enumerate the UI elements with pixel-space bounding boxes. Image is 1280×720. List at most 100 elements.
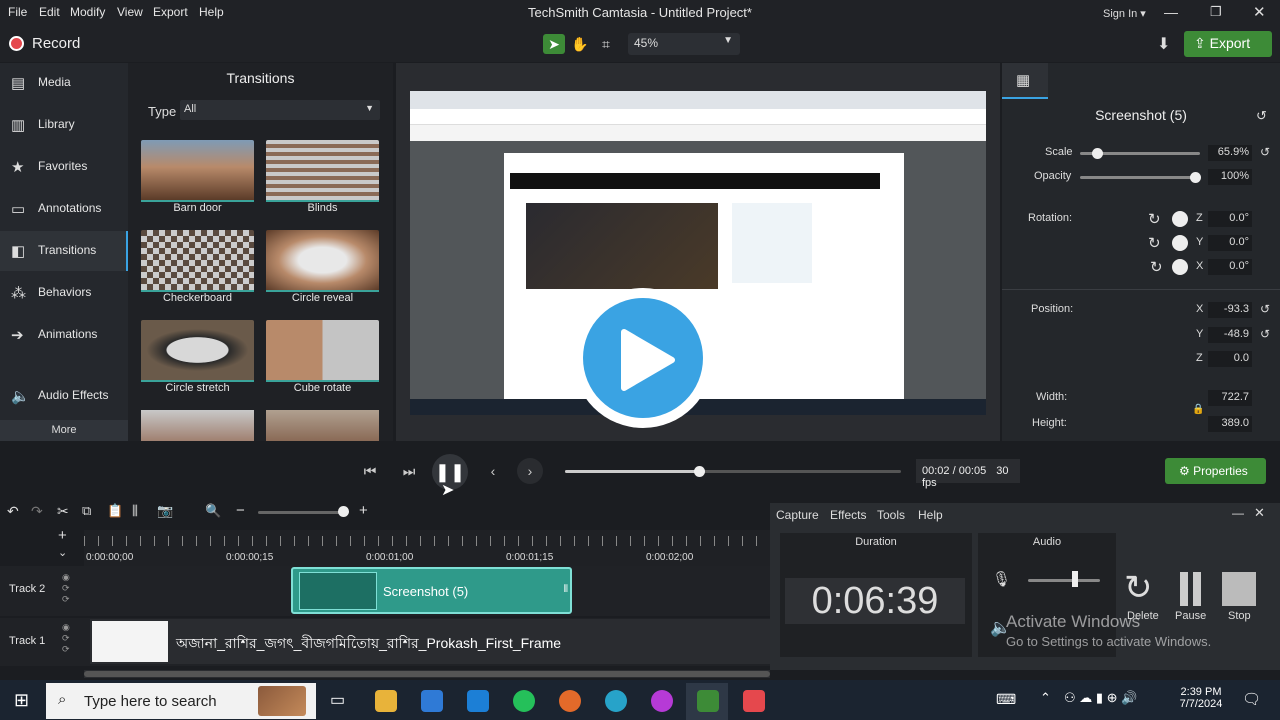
trim-handle-icon[interactable]: ⦀ [564,584,568,595]
paste-icon[interactable]: 📋 [107,503,123,519]
reset-icon[interactable]: ↺ [1260,327,1270,341]
task-view-icon[interactable]: ▭ [330,690,345,710]
minimize-icon[interactable]: — [1164,4,1178,20]
sidebar-item-audio-effects[interactable]: 🔈 Audio Effects [0,376,128,416]
whatsapp-icon[interactable] [513,690,535,712]
pause-icon-bar[interactable] [1180,572,1188,606]
scale-value[interactable]: 65.9% [1208,145,1252,161]
type-select[interactable]: All ▼ [180,100,380,120]
edge-icon[interactable] [605,690,627,712]
camtasia-icon[interactable] [697,690,719,712]
image-clip[interactable]: অজানা_রাশির_জগৎ_বীজগমিতোিয়_রাশির_Prokas… [90,619,770,664]
windows-start-icon[interactable]: ⊞ [14,690,29,711]
step-back-icon[interactable]: ⏮ [357,458,383,484]
track-controls-icon[interactable]: ◉ ⟳ ⟳ [62,622,70,655]
position-z-value[interactable]: 0.0 [1208,351,1252,367]
transition-circle-stretch[interactable]: Circle stretch [141,320,254,396]
rotation-x-dial[interactable] [1172,259,1188,275]
copy-icon[interactable]: ⧉ [82,503,91,519]
pause-icon-bar[interactable] [1193,572,1201,606]
screenshot-clip[interactable]: Screenshot (5) ⦀ [291,567,572,614]
close-icon[interactable]: ✕ [1254,505,1265,521]
close-icon[interactable]: ✕ [1253,3,1266,21]
recorder-menu-capture[interactable]: Capture [776,508,819,522]
properties-button[interactable]: ⚙ Properties [1165,458,1266,484]
step-forward-icon[interactable]: ⏭ [396,458,422,484]
transition-checkerboard[interactable]: Checkerboard [141,230,254,306]
transition-circle-reveal[interactable]: Circle reveal [266,230,379,306]
mic-volume-slider[interactable] [1028,579,1100,582]
messenger-icon[interactable] [651,690,673,712]
export-button[interactable]: ⇪ Export [1184,31,1272,57]
app-icon[interactable] [559,690,581,712]
timeline-zoom-knob[interactable] [338,506,349,517]
zoom-out-icon[interactable]: − [236,502,245,519]
lock-icon[interactable]: 🔒 [1192,404,1204,415]
opacity-slider[interactable] [1080,176,1200,179]
crop-tool-icon[interactable]: ⌗ [595,34,617,54]
undo-icon[interactable]: ↶ [7,503,19,520]
select-tool-icon[interactable]: ➤ [543,34,565,54]
previous-marker-icon[interactable]: ‹ [480,458,506,484]
position-y-value[interactable]: -48.9 [1208,327,1252,343]
chevron-down-icon[interactable]: ⌄ [58,546,67,559]
split-icon[interactable]: ⫼ [132,503,138,519]
transition-cube-rotate[interactable]: Cube rotate [266,320,379,396]
sidebar-item-annotations[interactable]: ▭ Annotations [0,189,128,229]
sidebar-item-transitions[interactable]: ◧ Transitions [0,231,128,271]
rotation-z-dial[interactable] [1172,211,1188,227]
record-button[interactable]: Record [32,35,80,52]
reset-icon[interactable]: ↺ [1260,145,1270,159]
mail-icon[interactable] [467,690,489,712]
keyboard-icon[interactable]: ⌨ [996,691,1016,708]
sign-in-button[interactable]: Sign In ▾ [1103,7,1146,20]
sidebar-item-media[interactable]: ▤ Media [0,63,128,103]
reset-icon[interactable]: ↺ [1256,108,1267,124]
transition-blinds[interactable]: Blinds [266,140,379,216]
mic-volume-knob[interactable] [1072,571,1078,587]
zoom-select[interactable]: 45% ▼ [628,33,740,55]
transition-thumbnail-partial[interactable] [266,410,379,441]
opacity-slider-knob[interactable] [1190,172,1201,183]
notification-icon[interactable]: 🗨 [1242,690,1261,708]
camera-icon[interactable]: 📷 [157,503,173,519]
add-track-icon[interactable]: + [58,527,67,544]
rotation-y-dial[interactable] [1172,235,1188,251]
rotation-z-value[interactable]: 0.0° [1208,211,1252,227]
sidebar-item-animations[interactable]: ➔ Animations [0,315,128,355]
next-marker-icon[interactable]: › [517,458,543,484]
tray-icons[interactable]: ⚇ ☁ ▮ ⊕ 🔊 [1064,690,1137,706]
file-explorer-icon[interactable] [375,690,397,712]
timeline-scroll-thumb[interactable] [84,671,770,677]
track-controls-icon[interactable]: ◉ ⟳ ⟳ [62,572,70,605]
opacity-value[interactable]: 100% [1208,169,1252,185]
visual-properties-tab[interactable]: ▦ [1002,63,1048,99]
recorder-menu-tools[interactable]: Tools [877,508,905,522]
width-value[interactable]: 722.7 [1208,390,1252,406]
store-icon[interactable] [421,690,443,712]
rotation-y-value[interactable]: 0.0° [1208,235,1252,251]
restart-icon[interactable]: ↻ [1124,568,1153,608]
clock[interactable]: 2:39 PM 7/7/2024 [1176,686,1226,710]
position-x-value[interactable]: -93.3 [1208,302,1252,318]
height-value[interactable]: 389.0 [1208,416,1252,432]
microphone-icon[interactable]: 🎙 [992,570,1011,588]
recorder-menu-help[interactable]: Help [918,508,943,522]
redo-icon[interactable]: ↷ [31,503,43,520]
timeline-zoom-slider[interactable] [258,511,346,514]
recorder-menu-effects[interactable]: Effects [830,508,866,522]
sidebar-item-library[interactable]: ▥ Library [0,105,128,145]
transition-thumbnail-partial[interactable] [141,410,254,441]
transition-barn-door[interactable]: Barn door [141,140,254,216]
chevron-up-icon[interactable]: ⌃ [1040,690,1051,706]
maximize-icon[interactable]: ❐ [1210,4,1222,20]
pan-tool-icon[interactable]: ✋ [569,34,591,54]
taskbar-search[interactable]: ⌕ Type here to search [46,683,316,719]
search-icon[interactable]: 🔍 [205,503,221,519]
zoom-in-icon[interactable]: + [359,502,368,519]
more-button[interactable]: More [0,420,128,441]
sidebar-item-favorites[interactable]: ★ Favorites [0,147,128,187]
minimize-icon[interactable]: — [1232,506,1244,520]
reset-icon[interactable]: ↺ [1260,302,1270,316]
cut-icon[interactable]: ✂ [57,503,69,520]
